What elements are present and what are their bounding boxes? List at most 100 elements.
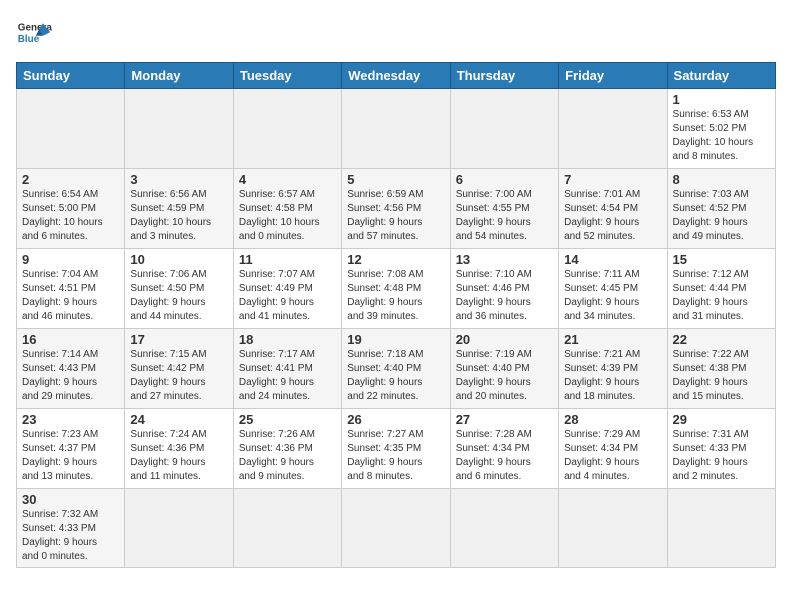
day-number: 23: [22, 412, 119, 427]
day-info: Sunrise: 7:21 AM Sunset: 4:39 PM Dayligh…: [564, 348, 661, 404]
calendar-cell: 9Sunrise: 7:04 AM Sunset: 4:51 PM Daylig…: [17, 249, 125, 329]
calendar-cell: 10Sunrise: 7:06 AM Sunset: 4:50 PM Dayli…: [125, 249, 233, 329]
day-number: 12: [347, 252, 444, 267]
day-number: 20: [456, 332, 553, 347]
day-number: 27: [456, 412, 553, 427]
day-number: 22: [673, 332, 770, 347]
header: General Blue: [16, 16, 776, 52]
calendar-cell: 8Sunrise: 7:03 AM Sunset: 4:52 PM Daylig…: [667, 169, 775, 249]
calendar-cell: 28Sunrise: 7:29 AM Sunset: 4:34 PM Dayli…: [559, 409, 667, 489]
calendar-cell: 23Sunrise: 7:23 AM Sunset: 4:37 PM Dayli…: [17, 409, 125, 489]
day-info: Sunrise: 6:54 AM Sunset: 5:00 PM Dayligh…: [22, 188, 119, 244]
weekday-tuesday: Tuesday: [233, 63, 341, 89]
day-info: Sunrise: 7:24 AM Sunset: 4:36 PM Dayligh…: [130, 428, 227, 484]
day-info: Sunrise: 7:14 AM Sunset: 4:43 PM Dayligh…: [22, 348, 119, 404]
day-number: 15: [673, 252, 770, 267]
calendar-cell: 2Sunrise: 6:54 AM Sunset: 5:00 PM Daylig…: [17, 169, 125, 249]
calendar-cell: 27Sunrise: 7:28 AM Sunset: 4:34 PM Dayli…: [450, 409, 558, 489]
day-info: Sunrise: 7:31 AM Sunset: 4:33 PM Dayligh…: [673, 428, 770, 484]
calendar-cell: 6Sunrise: 7:00 AM Sunset: 4:55 PM Daylig…: [450, 169, 558, 249]
day-number: 21: [564, 332, 661, 347]
day-info: Sunrise: 6:53 AM Sunset: 5:02 PM Dayligh…: [673, 108, 770, 164]
day-info: Sunrise: 6:57 AM Sunset: 4:58 PM Dayligh…: [239, 188, 336, 244]
calendar-cell: 15Sunrise: 7:12 AM Sunset: 4:44 PM Dayli…: [667, 249, 775, 329]
calendar-cell: [559, 489, 667, 568]
calendar-cell: [233, 489, 341, 568]
calendar-cell: 16Sunrise: 7:14 AM Sunset: 4:43 PM Dayli…: [17, 329, 125, 409]
day-info: Sunrise: 7:29 AM Sunset: 4:34 PM Dayligh…: [564, 428, 661, 484]
calendar-row-3: 16Sunrise: 7:14 AM Sunset: 4:43 PM Dayli…: [17, 329, 776, 409]
calendar-cell: [450, 89, 558, 169]
day-number: 17: [130, 332, 227, 347]
day-info: Sunrise: 7:18 AM Sunset: 4:40 PM Dayligh…: [347, 348, 444, 404]
page: General Blue SundayMondayTuesdayWednesda…: [0, 0, 792, 612]
day-number: 24: [130, 412, 227, 427]
weekday-monday: Monday: [125, 63, 233, 89]
day-number: 16: [22, 332, 119, 347]
calendar-cell: 18Sunrise: 7:17 AM Sunset: 4:41 PM Dayli…: [233, 329, 341, 409]
calendar-cell: 13Sunrise: 7:10 AM Sunset: 4:46 PM Dayli…: [450, 249, 558, 329]
day-number: 4: [239, 172, 336, 187]
calendar-row-5: 30Sunrise: 7:32 AM Sunset: 4:33 PM Dayli…: [17, 489, 776, 568]
calendar-cell: 30Sunrise: 7:32 AM Sunset: 4:33 PM Dayli…: [17, 489, 125, 568]
calendar-cell: 29Sunrise: 7:31 AM Sunset: 4:33 PM Dayli…: [667, 409, 775, 489]
day-number: 25: [239, 412, 336, 427]
day-number: 18: [239, 332, 336, 347]
day-number: 1: [673, 92, 770, 107]
day-number: 13: [456, 252, 553, 267]
day-info: Sunrise: 6:56 AM Sunset: 4:59 PM Dayligh…: [130, 188, 227, 244]
calendar-cell: 12Sunrise: 7:08 AM Sunset: 4:48 PM Dayli…: [342, 249, 450, 329]
calendar-cell: 3Sunrise: 6:56 AM Sunset: 4:59 PM Daylig…: [125, 169, 233, 249]
day-number: 7: [564, 172, 661, 187]
day-info: Sunrise: 7:08 AM Sunset: 4:48 PM Dayligh…: [347, 268, 444, 324]
calendar-cell: [667, 489, 775, 568]
calendar-cell: [450, 489, 558, 568]
day-info: Sunrise: 7:00 AM Sunset: 4:55 PM Dayligh…: [456, 188, 553, 244]
weekday-wednesday: Wednesday: [342, 63, 450, 89]
calendar-cell: 20Sunrise: 7:19 AM Sunset: 4:40 PM Dayli…: [450, 329, 558, 409]
weekday-friday: Friday: [559, 63, 667, 89]
day-number: 26: [347, 412, 444, 427]
calendar-cell: [342, 89, 450, 169]
weekday-header-row: SundayMondayTuesdayWednesdayThursdayFrid…: [17, 63, 776, 89]
calendar-cell: 11Sunrise: 7:07 AM Sunset: 4:49 PM Dayli…: [233, 249, 341, 329]
day-number: 29: [673, 412, 770, 427]
day-number: 14: [564, 252, 661, 267]
calendar-cell: [233, 89, 341, 169]
logo: General Blue: [16, 16, 52, 52]
calendar-cell: 26Sunrise: 7:27 AM Sunset: 4:35 PM Dayli…: [342, 409, 450, 489]
calendar-cell: 19Sunrise: 7:18 AM Sunset: 4:40 PM Dayli…: [342, 329, 450, 409]
day-number: 28: [564, 412, 661, 427]
day-number: 11: [239, 252, 336, 267]
day-info: Sunrise: 7:22 AM Sunset: 4:38 PM Dayligh…: [673, 348, 770, 404]
calendar-cell: 17Sunrise: 7:15 AM Sunset: 4:42 PM Dayli…: [125, 329, 233, 409]
day-number: 6: [456, 172, 553, 187]
calendar-cell: 21Sunrise: 7:21 AM Sunset: 4:39 PM Dayli…: [559, 329, 667, 409]
day-info: Sunrise: 6:59 AM Sunset: 4:56 PM Dayligh…: [347, 188, 444, 244]
calendar-cell: 14Sunrise: 7:11 AM Sunset: 4:45 PM Dayli…: [559, 249, 667, 329]
day-info: Sunrise: 7:12 AM Sunset: 4:44 PM Dayligh…: [673, 268, 770, 324]
calendar-cell: 1Sunrise: 6:53 AM Sunset: 5:02 PM Daylig…: [667, 89, 775, 169]
calendar-cell: 5Sunrise: 6:59 AM Sunset: 4:56 PM Daylig…: [342, 169, 450, 249]
calendar-cell: 7Sunrise: 7:01 AM Sunset: 4:54 PM Daylig…: [559, 169, 667, 249]
weekday-sunday: Sunday: [17, 63, 125, 89]
day-info: Sunrise: 7:23 AM Sunset: 4:37 PM Dayligh…: [22, 428, 119, 484]
day-info: Sunrise: 7:27 AM Sunset: 4:35 PM Dayligh…: [347, 428, 444, 484]
day-info: Sunrise: 7:26 AM Sunset: 4:36 PM Dayligh…: [239, 428, 336, 484]
calendar-row-0: 1Sunrise: 6:53 AM Sunset: 5:02 PM Daylig…: [17, 89, 776, 169]
day-info: Sunrise: 7:07 AM Sunset: 4:49 PM Dayligh…: [239, 268, 336, 324]
calendar-cell: 24Sunrise: 7:24 AM Sunset: 4:36 PM Dayli…: [125, 409, 233, 489]
day-info: Sunrise: 7:11 AM Sunset: 4:45 PM Dayligh…: [564, 268, 661, 324]
day-info: Sunrise: 7:32 AM Sunset: 4:33 PM Dayligh…: [22, 508, 119, 564]
day-number: 19: [347, 332, 444, 347]
day-number: 8: [673, 172, 770, 187]
calendar-cell: [17, 89, 125, 169]
day-info: Sunrise: 7:01 AM Sunset: 4:54 PM Dayligh…: [564, 188, 661, 244]
day-number: 30: [22, 492, 119, 507]
day-info: Sunrise: 7:10 AM Sunset: 4:46 PM Dayligh…: [456, 268, 553, 324]
day-info: Sunrise: 7:06 AM Sunset: 4:50 PM Dayligh…: [130, 268, 227, 324]
weekday-thursday: Thursday: [450, 63, 558, 89]
day-info: Sunrise: 7:04 AM Sunset: 4:51 PM Dayligh…: [22, 268, 119, 324]
day-info: Sunrise: 7:15 AM Sunset: 4:42 PM Dayligh…: [130, 348, 227, 404]
day-number: 5: [347, 172, 444, 187]
